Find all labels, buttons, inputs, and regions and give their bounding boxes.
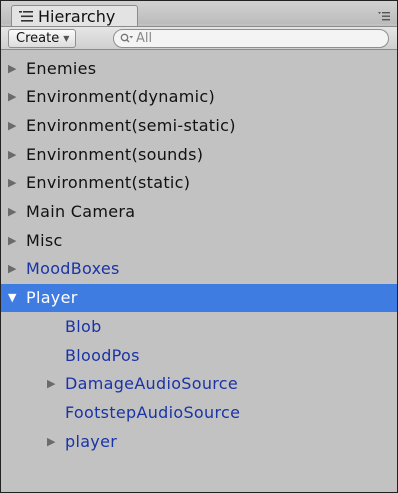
tree-item-label: Blob — [65, 316, 102, 336]
triangle-right-icon[interactable]: ▶ — [8, 149, 22, 160]
tree-item[interactable]: ▶ Environment(static) — [1, 169, 397, 197]
tree-item-label: MoodBoxes — [26, 259, 120, 279]
tree-item[interactable]: ▶ Misc — [1, 226, 397, 254]
create-label: Create — [16, 31, 60, 46]
search-input[interactable]: All — [113, 29, 389, 48]
tree-item[interactable]: ▶ Main Camera — [1, 198, 397, 226]
tree-item[interactable]: ▶ Environment(sounds) — [1, 140, 397, 168]
triangle-right-icon[interactable]: ▶ — [47, 436, 61, 447]
triangle-right-icon[interactable]: ▶ — [8, 263, 22, 274]
tree-item[interactable]: BloodPos — [1, 341, 397, 369]
triangle-right-icon[interactable]: ▶ — [8, 91, 22, 102]
tree-item-label: BloodPos — [65, 345, 140, 365]
tree-item-label: Player — [26, 288, 78, 308]
search-icon[interactable] — [120, 33, 134, 45]
tree-item-label: Enemies — [26, 58, 97, 78]
triangle-right-icon[interactable]: ▶ — [8, 120, 22, 131]
tree-item[interactable]: ▶ Enemies — [1, 54, 397, 82]
tree-item[interactable]: ▶ Environment(dynamic) — [1, 83, 397, 111]
tree-item-label: Environment(dynamic) — [26, 87, 216, 107]
triangle-right-icon[interactable]: ▶ — [8, 63, 22, 74]
panel-menu-icon[interactable] — [377, 7, 391, 21]
tree-item-label: Misc — [26, 230, 63, 250]
triangle-right-icon[interactable]: ▶ — [8, 177, 22, 188]
tree-item-label: FootstepAudioSource — [65, 402, 241, 422]
tree-item-label: Environment(static) — [26, 173, 191, 193]
triangle-down-icon[interactable]: ▼ — [8, 292, 22, 303]
triangle-right-icon[interactable]: ▶ — [47, 378, 61, 389]
tree-item[interactable]: ▶ Environment(semi-static) — [1, 111, 397, 139]
tree-item-label: Environment(semi-static) — [26, 115, 236, 135]
tree-item-label: Environment(sounds) — [26, 144, 204, 164]
triangle-right-icon[interactable]: ▶ — [8, 235, 22, 246]
tree-item[interactable]: ▶ MoodBoxes — [1, 255, 397, 283]
triangle-right-icon[interactable]: ▶ — [8, 206, 22, 217]
tab-hierarchy[interactable]: Hierarchy — [11, 5, 138, 27]
tree-item-label: player — [65, 431, 118, 451]
search-placeholder: All — [136, 31, 153, 46]
tree-item-label: Main Camera — [26, 202, 136, 221]
tree-item-label: DamageAudioSource — [65, 374, 239, 394]
tree-item[interactable]: ▼ Player — [1, 283, 397, 312]
tree-item[interactable]: ▶ player — [1, 427, 397, 455]
chevron-down-icon: ▼ — [63, 34, 70, 43]
tab-bar: Hierarchy — [1, 1, 397, 27]
hierarchy-toolbar: Create ▼ All — [1, 26, 397, 50]
hierarchy-list-icon — [18, 10, 34, 24]
tree-item[interactable]: FootstepAudioSource — [1, 398, 397, 426]
create-dropdown-button[interactable]: Create ▼ — [8, 29, 77, 48]
hierarchy-tree: ▶ Enemies ▶ Environment(dynamic) ▶ Environmen… — [1, 54, 397, 492]
tree-item[interactable]: ▶ DamageAudioSource — [1, 370, 397, 398]
tree-item[interactable]: Blob — [1, 312, 397, 340]
hierarchy-window: Hierarchy Create ▼ All ▶ Enemies ▶ Envir… — [0, 0, 398, 493]
tab-title: Hierarchy — [38, 7, 116, 26]
